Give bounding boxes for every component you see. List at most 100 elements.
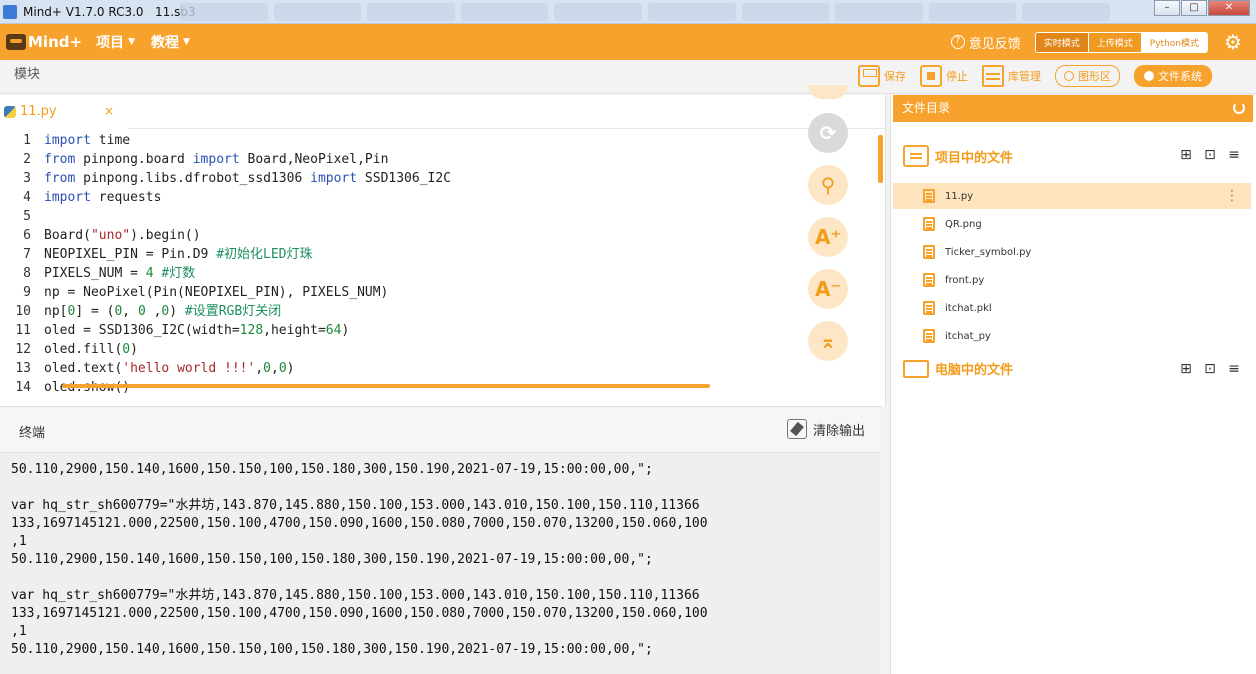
file-item[interactable]: Ticker_symbol.py [893,239,1251,265]
file-name: itchat.pkl [945,302,992,314]
vertical-scrollbar[interactable] [878,135,883,183]
font-increase-icon[interactable]: A⁺ [808,217,848,257]
code-line[interactable]: 6 Board("uno").begin() [0,226,800,245]
taskbar-item[interactable] [741,3,830,21]
code-line[interactable]: 12 oled.fill(0) [0,340,800,359]
code-line[interactable]: 2 from pinpong.board import Board,NeoPixe… [0,150,800,169]
terminal-line: 50.110,2900,150.140,1600,150.150,100,150… [11,642,653,657]
editor-tools: ⟳ ⚲ A⁺ A⁻ ⌅ [808,85,852,373]
refresh-icon[interactable] [1233,102,1245,114]
new-folder-icon[interactable]: ⊡ [1202,147,1218,163]
new-file-icon[interactable]: ⊞ [1178,147,1194,163]
computer-files-label: 电脑中的文件 [935,363,1014,378]
line-number: 14 [15,380,31,395]
terminal-output[interactable]: 50.110,2900,150.140,1600,150.150,100,150… [11,461,871,671]
file-icon [923,217,935,231]
clear-output-button[interactable]: 清除输出 [786,419,865,439]
library-button[interactable]: 库管理 [982,65,1041,87]
code-line[interactable]: 10 np[0] = (0, 0 ,0) #设置RGB灯关闭 [0,302,800,321]
maximize-button[interactable]: □ [1181,0,1207,16]
window-title: Mind+ V1.7.0 RC3.0 11.sb3 [23,4,196,19]
line-number: 8 [23,266,31,281]
terminal-line: 50.110,2900,150.140,1600,150.150,100,150… [11,462,653,477]
taskbar-item[interactable] [460,3,549,21]
logo-text: Mind+ [28,33,83,51]
collapse-up-icon[interactable]: ⌅ [808,321,848,361]
file-item[interactable]: QR.png [893,211,1251,237]
file-item[interactable]: front.py [893,267,1251,293]
line-number: 12 [15,342,31,357]
line-number: 5 [23,209,31,224]
minimize-button[interactable]: – [1154,0,1180,16]
horizontal-scrollbar[interactable] [62,384,710,388]
code-line[interactable]: 1 import time [0,131,800,150]
gear-icon[interactable]: ⚙ [1222,31,1244,53]
more-options-icon[interactable]: ⋮ [1225,188,1239,204]
terminal-line: 50.110,2900,150.140,1600,150.150,100,150… [11,552,653,567]
taskbar-item[interactable] [647,3,736,21]
new-folder-icon[interactable]: ⊡ [1202,361,1218,377]
taskbar-item[interactable] [367,3,455,21]
menu-project[interactable]: 项目 ▼ [96,32,135,52]
computer-icon [903,359,929,378]
file-item[interactable]: itchat.pkl [893,295,1251,321]
graphics-button[interactable]: 图形区 [1055,65,1120,87]
menu-icon[interactable]: ≡ [1226,147,1242,163]
code-line[interactable]: 4 import requests [0,188,800,207]
new-file-icon[interactable]: ⊞ [1178,361,1194,377]
menu-icon[interactable]: ≡ [1226,361,1242,377]
mode-realtime[interactable]: 实时模式 [1035,32,1089,52]
code-line[interactable]: 5 [0,207,800,226]
code-editor[interactable]: 11.py × 1 import time 2 from pinpong.board … [0,85,886,406]
feedback-button[interactable]: ? 意见反馈 [950,33,1021,52]
menu-project-label: 项目 [96,35,125,51]
project-files-actions: ⊞ ⊡ ≡ [1178,147,1242,163]
code-line[interactable]: 3 from pinpong.libs.dfrobot_ssd1306 impor… [0,169,800,188]
code-lines[interactable]: 1 import time 2 from pinpong.board import B… [0,131,800,401]
close-tab-icon[interactable]: × [104,104,114,118]
toolbar: 模块 代码 保存 停止 库管理 图形区 文件系统 [0,60,1256,366]
tab-blocks[interactable]: 模块 [6,62,48,88]
computer-files-section[interactable]: 电脑中的文件 [903,359,1013,378]
save-button[interactable]: 保存 [858,65,906,87]
search-icon[interactable]: ⚲ [808,165,848,205]
code-line[interactable]: 9 np = NeoPixel(Pin(NEOPIXEL_PIN), PIXELS… [0,283,800,302]
folder-list-icon [903,145,929,167]
taskbar-item[interactable] [180,3,268,21]
tool-button-partial[interactable] [808,85,848,99]
file-tab[interactable]: 11.py × [0,95,128,129]
project-files-section[interactable]: 项目中的文件 [903,145,1013,167]
file-item[interactable]: itchat_py [893,323,1251,349]
stop-button[interactable]: 停止 [920,65,968,87]
taskbar-item[interactable] [928,3,1017,21]
redo-icon[interactable]: ⟳ [808,113,848,153]
mode-python[interactable]: Python模式 [1141,32,1207,52]
file-item[interactable]: 11.py ⋮ [893,183,1251,209]
eraser-icon [786,419,807,439]
file-icon [923,273,935,287]
filesystem-button[interactable]: 文件系统 [1134,65,1212,87]
code-line[interactable]: 8 PIXELS_NUM = 4 #灯数 [0,264,800,283]
font-decrease-icon[interactable]: A⁻ [808,269,848,309]
library-label: 库管理 [1008,70,1041,83]
taskbar-item[interactable] [554,3,642,21]
file-icon [923,329,935,343]
mode-switch: 实时模式 上传模式 Python模式 [1034,31,1208,53]
code-line[interactable]: 7 NEOPIXEL_PIN = Pin.D9 #初始化LED灯珠 [0,245,800,264]
clear-output-label: 清除输出 [812,423,865,439]
close-button[interactable]: ✕ [1208,0,1250,16]
taskbar-item[interactable] [1022,3,1110,21]
taskbar-item[interactable] [273,3,362,21]
taskbar-item[interactable] [835,3,923,21]
header-right: ? 意见反馈 实时模式 上传模式 Python模式 ⚙ [950,24,1256,60]
line-source: from pinpong.libs.dfrobot_ssd1306 import… [44,171,452,186]
code-line[interactable]: 11 oled = SSD1306_I2C(width=128,height=64… [0,321,800,340]
mode-upload[interactable]: 上传模式 [1088,32,1142,52]
code-line[interactable]: 13 oled.text('hello world !!!',0,0) [0,359,800,378]
terminal-line: 133,1697145121.000,22500,150.100,4700,15… [11,606,708,621]
terminal-line: 133,1697145121.000,22500,150.100,4700,15… [11,516,708,531]
menu-tutorial[interactable]: 教程 ▼ [151,32,190,52]
window-controls: – □ ✕ [1154,0,1250,16]
